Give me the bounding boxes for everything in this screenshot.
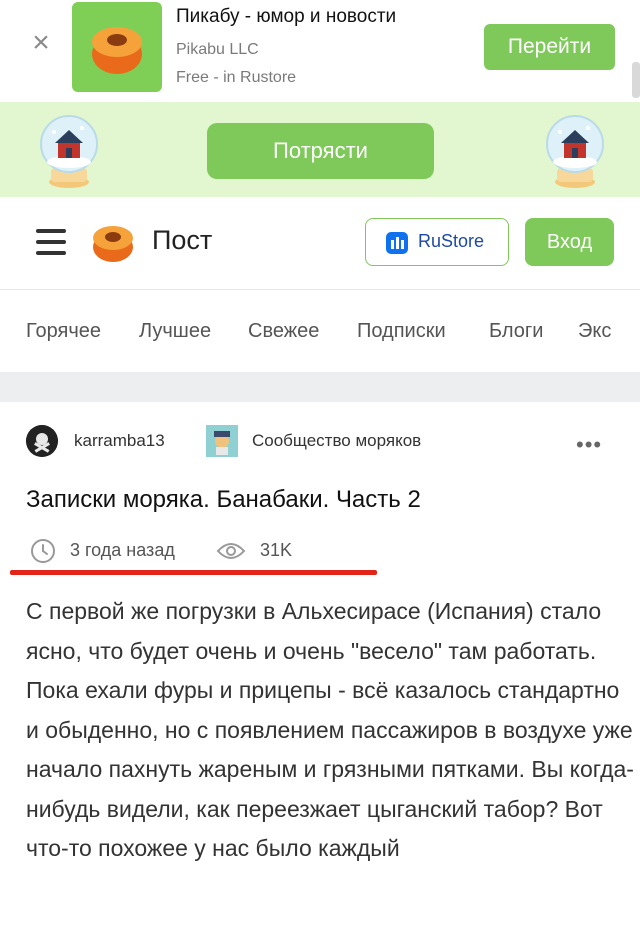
close-banner-icon[interactable]: × bbox=[28, 28, 54, 58]
nav-item-subscriptions[interactable]: Подписки bbox=[357, 320, 446, 343]
site-header: Пост RuStore Вход bbox=[0, 197, 640, 290]
pikabu-logo[interactable] bbox=[88, 217, 138, 267]
clock-icon bbox=[31, 539, 55, 563]
post-paragraph: Пока ехали фуры и прицепы - всё казалось… bbox=[26, 677, 634, 861]
page-title: Пост bbox=[152, 225, 213, 255]
feed-nav: Горячее Лучшее Свежее Подписки Блоги Экс bbox=[0, 290, 640, 372]
menu-icon[interactable] bbox=[36, 229, 66, 255]
post-paragraph: С первой же погрузки в Альхесирасе (Испа… bbox=[26, 598, 602, 664]
post-title[interactable]: Записки моряка. Банабаки. Часть 2 bbox=[26, 486, 421, 514]
rustore-label: RuStore bbox=[418, 231, 485, 251]
promo-strip: Потрясти bbox=[0, 102, 640, 197]
scrollbar-thumb[interactable] bbox=[632, 62, 640, 98]
login-button[interactable]: Вход bbox=[525, 218, 614, 266]
community-name[interactable]: Сообщество моряков bbox=[252, 431, 421, 451]
app-developer: Pikabu LLC bbox=[176, 41, 259, 58]
shake-button[interactable]: Потрясти bbox=[207, 123, 434, 179]
app-name: Пикабу - юмор и новости bbox=[176, 6, 397, 27]
nav-item-fresh[interactable]: Свежее bbox=[248, 320, 319, 343]
eye-icon bbox=[216, 543, 246, 559]
snow-globe-icon bbox=[40, 115, 98, 188]
author-avatar[interactable] bbox=[26, 425, 58, 457]
more-options-icon[interactable]: ••• bbox=[576, 432, 602, 458]
red-underline-annotation bbox=[10, 570, 377, 575]
post-time: 3 года назад bbox=[70, 540, 175, 560]
nav-item-blogs[interactable]: Блоги bbox=[489, 320, 543, 343]
nav-item-more[interactable]: Экс bbox=[578, 320, 611, 343]
section-divider bbox=[0, 372, 640, 402]
post-card: karramba13 Сообщество моряков ••• Записк… bbox=[0, 402, 640, 946]
community-avatar[interactable] bbox=[206, 425, 238, 457]
app-install-banner: × Пикабу - юмор и новости Pikabu LLC Fre… bbox=[0, 0, 640, 102]
nav-item-best[interactable]: Лучшее bbox=[139, 320, 211, 343]
post-meta: 3 года назад 31K bbox=[26, 536, 386, 566]
author-name[interactable]: karramba13 bbox=[74, 431, 165, 451]
nav-item-hot[interactable]: Горячее bbox=[26, 320, 101, 343]
open-app-button[interactable]: Перейти bbox=[484, 24, 615, 70]
pikabu-app-icon bbox=[72, 2, 162, 92]
post-body: С первой же погрузки в Альхесирасе (Испа… bbox=[26, 592, 638, 869]
view-count: 31K bbox=[260, 540, 293, 560]
rustore-icon bbox=[386, 232, 408, 254]
rustore-button[interactable]: RuStore bbox=[365, 218, 509, 266]
snow-globe-icon bbox=[546, 115, 604, 188]
app-price-source: Free - in Rustore bbox=[176, 69, 297, 86]
